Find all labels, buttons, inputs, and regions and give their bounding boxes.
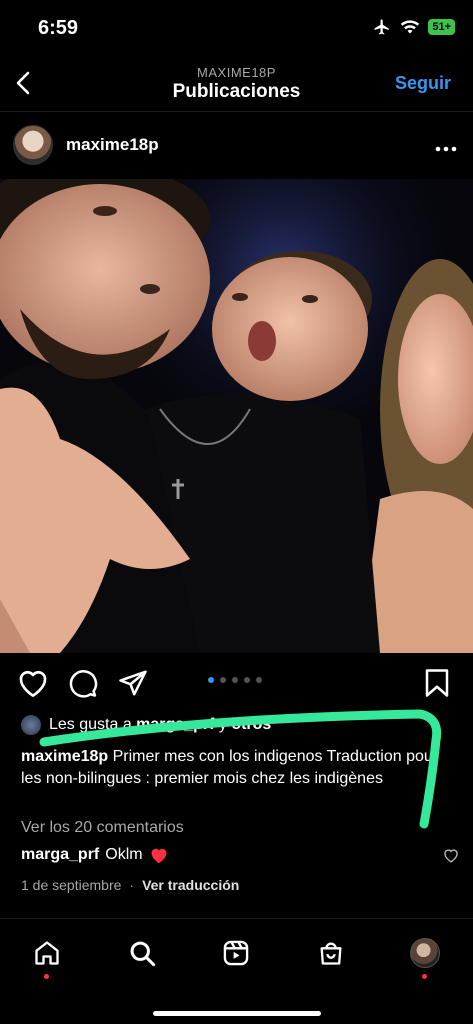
photo-illustration [0,179,473,653]
carousel-dot [244,677,250,683]
tab-profile[interactable] [405,933,445,979]
translate-link[interactable]: Ver traducción [142,877,239,893]
battery-indicator: 51+ [428,19,455,35]
tab-shop[interactable] [311,933,351,973]
carousel-dot [232,677,238,683]
home-notification-dot [44,974,49,979]
carousel-indicator [208,677,262,683]
post-username[interactable]: maxime18p [66,135,159,155]
tab-reels[interactable] [216,933,256,973]
home-indicator[interactable] [153,1011,321,1016]
carousel-dot [220,677,226,683]
view-comments-link[interactable]: Ver los 20 comentarios [21,819,184,837]
comment-icon[interactable] [68,668,98,698]
profile-notification-dot [422,974,427,979]
comment-like-icon[interactable] [443,848,459,863]
profile-avatar [410,938,440,968]
tab-home[interactable] [27,933,67,979]
likes-suffix: y [214,716,232,733]
more-horizontal-icon [435,146,457,152]
likes-prefix: Les gusta a [49,716,137,733]
comment-username[interactable]: marga_prf [21,846,99,864]
likes-avatar [21,715,41,735]
post-photo[interactable] [0,179,473,653]
caption-username[interactable]: maxime18p [21,748,108,765]
meta-separator: · [129,877,135,893]
home-icon [35,941,59,965]
post-caption: maxime18p Primer mes con los indigenos T… [21,746,441,790]
reels-icon [223,940,249,966]
more-options-button[interactable] [435,132,457,158]
carousel-dot [256,677,262,683]
comment-item: marga_prf Oklm [21,846,459,864]
post-header: maxime18p [0,120,473,172]
post-actions [0,664,473,704]
red-heart-icon [151,848,166,864]
tab-search[interactable] [122,933,162,973]
carousel-dot [208,677,214,683]
likes-user[interactable]: marga_prf [136,716,214,733]
comment-text: Oklm [105,846,143,863]
wifi-icon [401,20,420,34]
search-icon [130,941,156,967]
status-time: 6:59 [38,17,79,39]
send-icon[interactable] [118,668,148,698]
post-date: 1 de septiembre [21,877,122,893]
shop-icon [320,942,342,965]
heart-icon[interactable] [17,668,49,698]
likes-summary[interactable]: Les gusta a marga_prf y otros [21,715,271,735]
nav-header: MAXIME18P Publicaciones Seguir [0,56,473,112]
airplane-icon [374,19,390,35]
status-icons: 51+ [372,18,455,36]
likes-others[interactable]: otros [231,716,271,733]
bookmark-icon[interactable] [424,668,450,698]
avatar[interactable] [13,125,53,165]
status-bar: 6:59 51+ [0,0,473,56]
follow-button[interactable]: Seguir [395,73,451,94]
post-meta: 1 de septiembre · Ver traducción [21,877,239,893]
bottom-tab-bar [0,918,473,988]
